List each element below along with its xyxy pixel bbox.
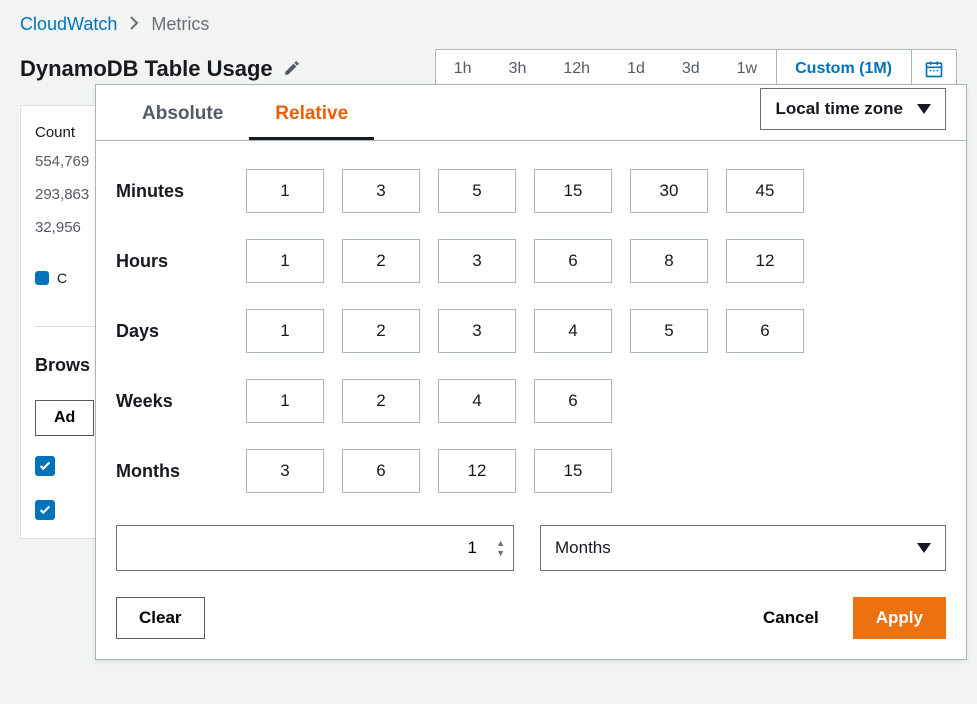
unit-row: Months36 12 15: [116, 449, 946, 493]
unit-option[interactable]: 3: [438, 309, 516, 353]
custom-unit-select[interactable]: Months: [540, 525, 946, 571]
clear-button[interactable]: Clear: [116, 597, 205, 639]
relative-unit-grid: Minutes135153045Hours1236812Days123456We…: [96, 141, 966, 493]
unit-option[interactable]: 15: [534, 449, 612, 493]
checkbox[interactable]: [35, 456, 55, 476]
unit-option[interactable]: 1: [246, 239, 324, 283]
stepper-up-icon[interactable]: ▲: [496, 539, 505, 547]
stepper-down-icon[interactable]: ▼: [496, 549, 505, 557]
unit-option[interactable]: 12: [438, 449, 516, 493]
checkbox[interactable]: [35, 500, 55, 520]
legend-label: C: [57, 270, 67, 286]
unit-label: Minutes: [116, 181, 246, 202]
unit-option[interactable]: 45: [726, 169, 804, 213]
unit-row: Weeks1246: [116, 379, 946, 423]
unit-option[interactable]: 15: [534, 169, 612, 213]
unit-label: Hours: [116, 251, 246, 272]
apply-button[interactable]: Apply: [853, 597, 946, 639]
timezone-select[interactable]: Local time zone: [760, 88, 946, 130]
unit-option[interactable]: 30: [630, 169, 708, 213]
unit-row: Days123456: [116, 309, 946, 353]
range-12h[interactable]: 12h: [545, 50, 609, 88]
unit-option[interactable]: 4: [534, 309, 612, 353]
tab-absolute[interactable]: Absolute: [116, 85, 249, 140]
unit-option[interactable]: 3: [342, 169, 420, 213]
unit-row: Hours1236812: [116, 239, 946, 283]
unit-option[interactable]: 2: [342, 379, 420, 423]
tab-relative[interactable]: Relative: [249, 85, 374, 140]
range-3h[interactable]: 3h: [491, 50, 546, 88]
breadcrumb: CloudWatch Metrics: [0, 0, 977, 43]
range-1d[interactable]: 1d: [609, 50, 664, 88]
page-title: DynamoDB Table Usage: [20, 56, 273, 82]
range-3d[interactable]: 3d: [664, 50, 719, 88]
caret-down-icon: [917, 104, 931, 114]
unit-option[interactable]: 6: [534, 379, 612, 423]
range-custom[interactable]: Custom (1M): [776, 50, 911, 88]
add-button[interactable]: Ad: [35, 400, 94, 436]
unit-option[interactable]: 6: [534, 239, 612, 283]
unit-option[interactable]: 6: [342, 449, 420, 493]
unit-option[interactable]: 3: [438, 239, 516, 283]
range-1h[interactable]: 1h: [436, 50, 491, 88]
breadcrumb-root[interactable]: CloudWatch: [20, 14, 117, 35]
legend-swatch: [35, 271, 49, 285]
unit-option[interactable]: 2: [342, 309, 420, 353]
unit-option[interactable]: 3: [246, 449, 324, 493]
caret-down-icon: [917, 543, 931, 553]
custom-duration-input[interactable]: ▲ ▼: [116, 525, 514, 571]
chevron-right-icon: [129, 14, 139, 35]
timezone-label: Local time zone: [775, 99, 903, 119]
unit-option[interactable]: 8: [630, 239, 708, 283]
unit-label: Weeks: [116, 391, 246, 412]
custom-unit-label: Months: [555, 538, 611, 558]
unit-option[interactable]: 1: [246, 169, 324, 213]
unit-label: Months: [116, 461, 246, 482]
unit-option[interactable]: 2: [342, 239, 420, 283]
calendar-icon[interactable]: [911, 50, 956, 88]
unit-option[interactable]: 6: [726, 309, 804, 353]
unit-option[interactable]: 5: [438, 169, 516, 213]
tab-browse[interactable]: Brows: [35, 355, 90, 375]
cancel-button[interactable]: Cancel: [741, 598, 841, 638]
range-1w[interactable]: 1w: [719, 50, 776, 88]
edit-icon[interactable]: [283, 59, 301, 80]
unit-option[interactable]: 12: [726, 239, 804, 283]
unit-option[interactable]: 1: [246, 309, 324, 353]
unit-option[interactable]: 5: [630, 309, 708, 353]
time-range-popover: Absolute Relative Local time zone Minute…: [95, 84, 967, 660]
quantity-stepper[interactable]: ▲ ▼: [496, 539, 505, 557]
custom-duration-field[interactable]: [129, 538, 505, 558]
time-range-bar: 1h 3h 12h 1d 3d 1w Custom (1M): [435, 49, 957, 89]
unit-label: Days: [116, 321, 246, 342]
unit-option[interactable]: 4: [438, 379, 516, 423]
breadcrumb-current: Metrics: [151, 14, 209, 35]
unit-option[interactable]: 1: [246, 379, 324, 423]
unit-row: Minutes135 15 30 45: [116, 169, 946, 213]
